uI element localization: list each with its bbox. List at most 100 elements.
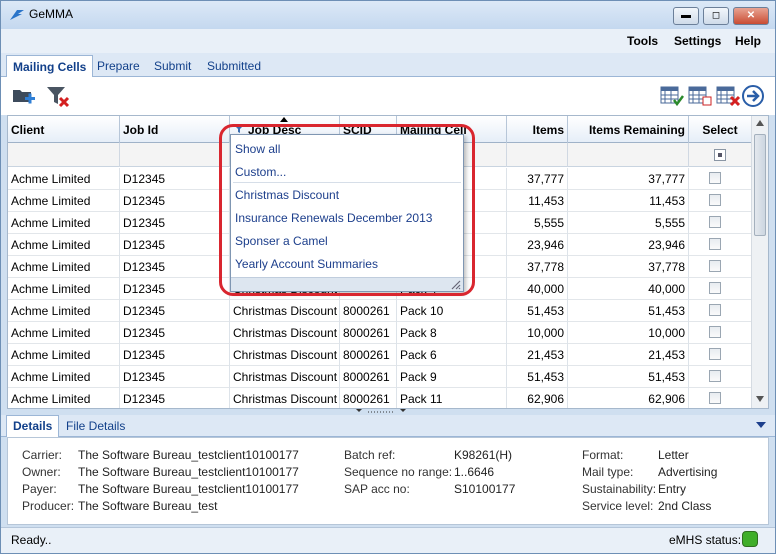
gemma-logo-icon (10, 10, 24, 20)
cell-items: 37,778 (507, 256, 568, 278)
select-all-rows-icon[interactable] (659, 84, 685, 108)
menu-tools[interactable]: Tools (627, 34, 658, 48)
producer-value: The Software Bureau_test (78, 499, 218, 513)
cell-scid: 8000261 (340, 344, 397, 366)
cell-job-id: D12345 (120, 190, 230, 212)
cell-items-remaining: 10,000 (568, 322, 689, 344)
row-select-checkbox[interactable] (709, 326, 721, 338)
tab-submitted[interactable]: Submitted (207, 59, 261, 73)
col-header-items-remaining[interactable]: Items Remaining (568, 116, 689, 143)
cell-client: Achme Limited (8, 190, 120, 212)
owner-label: Owner: (22, 465, 61, 479)
table-row[interactable]: Achme Limited D12345 Christmas Discount 800… (8, 322, 752, 344)
row-select-checkbox[interactable] (709, 392, 721, 404)
emhs-status-label: eMHS status: (669, 533, 742, 547)
col-header-select[interactable]: Select (689, 116, 752, 143)
cell-items: 21,453 (507, 344, 568, 366)
row-select-checkbox[interactable] (709, 260, 721, 272)
col-header-client[interactable]: Client (8, 116, 120, 143)
table-row[interactable]: Achme Limited D12345 Christmas Discount 800… (8, 388, 752, 408)
col-header-job-id[interactable]: Job Id (120, 116, 230, 143)
filter-job-id[interactable] (120, 143, 230, 167)
carrier-label: Carrier: (22, 448, 63, 462)
table-row[interactable]: Achme Limited D12345 Christmas Discount 800… (8, 366, 752, 388)
scroll-up-icon[interactable] (756, 120, 764, 126)
tab-file-details[interactable]: File Details (66, 419, 125, 433)
cell-job-id: D12345 (120, 256, 230, 278)
menu-help[interactable]: Help (735, 34, 761, 48)
cell-job-id: D12345 (120, 388, 230, 408)
toolbar (1, 77, 775, 115)
cell-client: Achme Limited (8, 256, 120, 278)
cell-select (689, 388, 752, 408)
filter-items[interactable] (507, 143, 568, 167)
cell-client: Achme Limited (8, 234, 120, 256)
deselect-rows-icon[interactable] (687, 84, 713, 108)
close-button[interactable]: ✕ (733, 7, 769, 25)
cell-client: Achme Limited (8, 212, 120, 234)
service-level-value: 2nd Class (658, 499, 712, 513)
scroll-thumb[interactable] (754, 134, 766, 236)
cell-client: Achme Limited (8, 388, 120, 408)
details-tabs: Details File Details (1, 415, 775, 437)
emhs-status-indicator (742, 531, 758, 547)
sequence-range-value: 1..6646 (454, 465, 495, 479)
row-select-checkbox[interactable] (709, 238, 721, 250)
row-select-checkbox[interactable] (709, 216, 721, 228)
row-select-checkbox[interactable] (709, 194, 721, 206)
main-tabs: Mailing Cells Prepare Submit Submitted (1, 53, 775, 78)
table-row[interactable]: Achme Limited D12345 Christmas Discount 800… (8, 344, 752, 366)
cell-items: 40,000 (507, 278, 568, 300)
cell-items: 37,777 (507, 168, 568, 190)
row-select-checkbox[interactable] (709, 304, 721, 316)
table-row[interactable]: Achme Limited D12345 Christmas Discount 800… (8, 300, 752, 322)
service-level-label: Service level: (582, 499, 654, 513)
row-select-checkbox[interactable] (709, 172, 721, 184)
cell-items-remaining: 40,000 (568, 278, 689, 300)
grid-vertical-scrollbar[interactable] (751, 116, 768, 408)
owner-value: The Software Bureau_testclient10100177 (78, 465, 299, 479)
cell-job-desc: Christmas Discount (230, 322, 340, 344)
cell-job-id: D12345 (120, 212, 230, 234)
cell-items-remaining: 62,906 (568, 388, 689, 408)
payer-value: The Software Bureau_testclient10100177 (78, 482, 299, 496)
col-header-items[interactable]: Items (507, 116, 568, 143)
sap-acc-value: S10100177 (454, 482, 516, 496)
cell-job-id: D12345 (120, 300, 230, 322)
producer-label: Producer: (22, 499, 75, 513)
cell-job-desc: Christmas Discount (230, 300, 340, 322)
cell-select (689, 168, 752, 190)
tab-details[interactable]: Details (6, 415, 60, 437)
mail-type-label: Mail type: (582, 465, 634, 479)
row-select-checkbox[interactable] (709, 348, 721, 360)
cell-client: Achme Limited (8, 322, 120, 344)
tab-prepare[interactable]: Prepare (97, 59, 140, 73)
remove-rows-icon[interactable] (715, 84, 741, 108)
cell-select (689, 366, 752, 388)
scroll-down-icon[interactable] (756, 396, 764, 402)
menu-settings[interactable]: Settings (674, 34, 721, 48)
cell-mailing-cell: Pack 10 (397, 300, 507, 322)
cell-select (689, 234, 752, 256)
row-select-checkbox[interactable] (709, 370, 721, 382)
clear-filter-icon[interactable] (45, 84, 71, 108)
tab-mailing-cells[interactable]: Mailing Cells (6, 55, 94, 78)
open-folder-add-icon[interactable] (11, 84, 37, 108)
next-arrow-icon[interactable] (741, 84, 767, 108)
cell-mailing-cell: Pack 8 (397, 322, 507, 344)
sustainability-value: Entry (658, 482, 687, 496)
row-select-checkbox[interactable] (709, 282, 721, 294)
filter-items-remaining[interactable] (568, 143, 689, 167)
menu-bar: Tools Settings Help (1, 29, 775, 53)
maximize-button[interactable]: ◻ (703, 7, 729, 25)
filter-client[interactable] (8, 143, 120, 167)
select-all-checkbox[interactable] (714, 149, 726, 161)
cell-select (689, 322, 752, 344)
minimize-button[interactable]: ▬ (673, 7, 699, 25)
cell-items-remaining: 37,777 (568, 168, 689, 190)
tab-submit[interactable]: Submit (154, 59, 191, 73)
cell-client: Achme Limited (8, 300, 120, 322)
cell-job-id: D12345 (120, 234, 230, 256)
cell-items-remaining: 23,946 (568, 234, 689, 256)
collapse-panel-icon[interactable] (756, 422, 766, 428)
